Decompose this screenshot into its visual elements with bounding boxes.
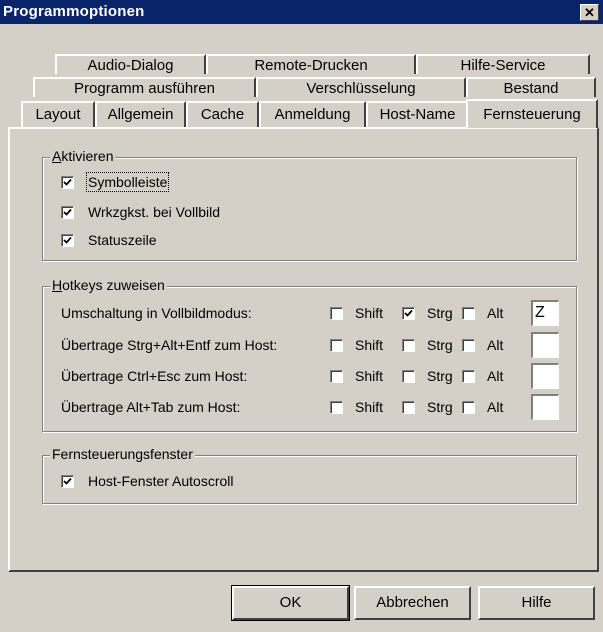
tab-label: Programm ausführen [74, 80, 215, 97]
tab-fernsteuerung[interactable]: Fernsteuerung [466, 99, 598, 128]
tab-label: Cache [200, 106, 245, 123]
symbolleiste-label: Symbolleiste [85, 172, 170, 192]
alt-label: Alt [487, 305, 504, 321]
alt-label: Alt [487, 399, 504, 415]
strg-label: Strg [427, 305, 453, 321]
shift-label: Shift [355, 368, 384, 384]
hotkey-key-input[interactable] [531, 332, 559, 358]
hotkey-alt-checkbox[interactable] [462, 370, 475, 383]
hotkey-key-input[interactable] [531, 394, 559, 420]
tab-remote-drucken[interactable]: Remote-Drucken [206, 54, 416, 74]
symbolleiste-checkbox[interactable] [61, 176, 74, 189]
strg-label: Strg [427, 399, 453, 415]
statuszeile-label: Statuszeile [88, 232, 157, 248]
tab-label: Hilfe-Service [460, 57, 546, 74]
hotkey-strg-checkbox[interactable] [402, 307, 415, 320]
shift-label: Shift [355, 305, 384, 321]
tab-label: Bestand [503, 80, 559, 97]
hotkey-shift-checkbox[interactable] [330, 307, 343, 320]
host-fenster-autoscroll-label: Host-Fenster Autoscroll [88, 473, 234, 489]
tab-label: Host-Name [379, 106, 456, 123]
host-fenster-autoscroll-checkbox[interactable] [61, 475, 74, 488]
alt-label: Alt [487, 337, 504, 353]
hotkey-key-input[interactable]: Z [531, 300, 559, 326]
tab-label: Anmeldung [274, 106, 351, 123]
fernsteuerungsfenster-legend: Fernsteuerungsfenster [50, 446, 195, 462]
tab-verschluesselung[interactable]: Verschlüsselung [256, 77, 466, 97]
tab-host-name[interactable]: Host-Name [366, 101, 469, 127]
hotkey-alt-checkbox[interactable] [462, 401, 475, 414]
wrkzgkst-label: Wrkzgkst. bei Vollbild [88, 204, 221, 220]
close-icon: ✕ [584, 5, 595, 20]
checkmark-icon [63, 477, 72, 485]
wrkzgkst-checkbox[interactable] [61, 206, 74, 219]
help-button[interactable]: Hilfe [478, 586, 595, 620]
tab-audio-dialog[interactable]: Audio-Dialog [55, 54, 206, 74]
strg-label: Strg [427, 368, 453, 384]
hotkey-row-label: Umschaltung in Vollbildmodus: [61, 305, 252, 321]
hotkey-shift-checkbox[interactable] [330, 370, 343, 383]
tab-bestand[interactable]: Bestand [466, 77, 596, 97]
title-bar: Programmoptionen ✕ [0, 0, 603, 24]
checkmark-icon [404, 309, 413, 317]
close-button[interactable]: ✕ [580, 4, 599, 21]
tab-layout[interactable]: Layout [21, 101, 95, 127]
hotkey-strg-checkbox[interactable] [402, 370, 415, 383]
checkmark-icon [63, 178, 72, 186]
tab-programm-ausfuehren[interactable]: Programm ausführen [33, 77, 256, 97]
tab-label: Verschlüsselung [306, 80, 416, 97]
tab-label: Fernsteuerung [483, 106, 581, 123]
hotkey-alt-checkbox[interactable] [462, 339, 475, 352]
shift-label: Shift [355, 337, 384, 353]
hotkeys-legend: Hotkeys zuweisen [50, 277, 167, 293]
checkmark-icon [63, 208, 72, 216]
checkmark-icon [63, 236, 72, 244]
hotkey-row-label: Übertrage Strg+Alt+Entf zum Host: [61, 337, 278, 353]
hotkey-shift-checkbox[interactable] [330, 339, 343, 352]
tab-anmeldung[interactable]: Anmeldung [259, 101, 366, 127]
shift-label: Shift [355, 399, 384, 415]
hotkey-alt-checkbox[interactable] [462, 307, 475, 320]
hotkey-row-label: Übertrage Ctrl+Esc zum Host: [61, 368, 248, 384]
tab-cache[interactable]: Cache [186, 101, 259, 127]
ok-button[interactable]: OK [231, 585, 350, 621]
cancel-button[interactable]: Abbrechen [354, 586, 471, 620]
hotkey-strg-checkbox[interactable] [402, 401, 415, 414]
tab-label: Audio-Dialog [87, 57, 174, 74]
tab-label: Allgemein [107, 106, 174, 123]
tab-label: Layout [35, 106, 81, 123]
tab-hilfe-service[interactable]: Hilfe-Service [416, 54, 590, 74]
alt-label: Alt [487, 368, 504, 384]
window-title: Programmoptionen [3, 3, 145, 20]
aktivieren-legend: Aktivieren [50, 148, 116, 164]
hotkey-row-label: Übertrage Alt+Tab zum Host: [61, 399, 241, 415]
hotkey-shift-checkbox[interactable] [330, 401, 343, 414]
tab-label: Remote-Drucken [254, 57, 368, 74]
strg-label: Strg [427, 337, 453, 353]
hotkey-strg-checkbox[interactable] [402, 339, 415, 352]
hotkey-key-input[interactable] [531, 363, 559, 389]
tab-allgemein[interactable]: Allgemein [95, 101, 186, 127]
statuszeile-checkbox[interactable] [61, 234, 74, 247]
